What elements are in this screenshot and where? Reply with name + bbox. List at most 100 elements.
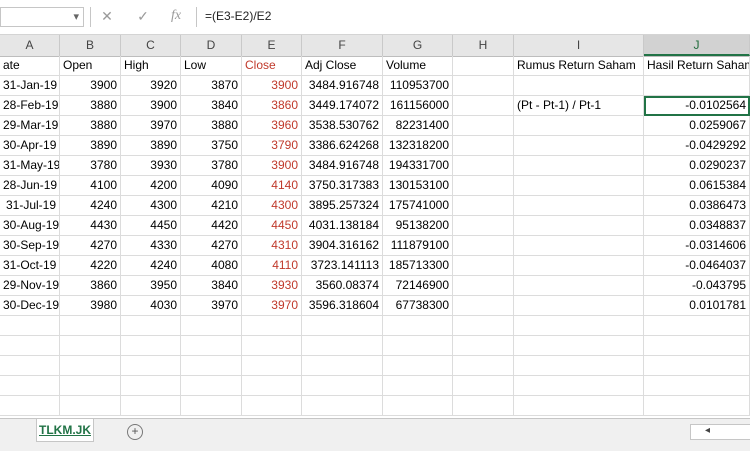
- cell-low[interactable]: 3870: [181, 76, 242, 96]
- cell-date[interactable]: 31-May-19: [0, 156, 60, 176]
- cell-close[interactable]: 4140: [242, 176, 302, 196]
- empty-cell[interactable]: [383, 396, 453, 416]
- cell-open[interactable]: 3900: [60, 76, 121, 96]
- cell-adj-close[interactable]: 3750.317383: [302, 176, 383, 196]
- column-header-e[interactable]: E: [242, 35, 302, 56]
- cell-h[interactable]: [453, 236, 514, 256]
- empty-cell[interactable]: [0, 356, 60, 376]
- cell-high[interactable]: 3970: [121, 116, 181, 136]
- enter-icon[interactable]: ✓: [133, 8, 153, 25]
- cell-high[interactable]: 3900: [121, 96, 181, 116]
- cell-return[interactable]: 0.0101781: [644, 296, 750, 316]
- cell-low[interactable]: 4270: [181, 236, 242, 256]
- empty-cell[interactable]: [242, 396, 302, 416]
- cell-open[interactable]: 4220: [60, 256, 121, 276]
- empty-cell[interactable]: [644, 396, 750, 416]
- empty-cell[interactable]: [383, 376, 453, 396]
- header-cell-date[interactable]: ate: [0, 56, 60, 76]
- chevron-down-icon[interactable]: ▾: [73, 10, 79, 23]
- cell-volume[interactable]: 110953700: [383, 76, 453, 96]
- cell-volume[interactable]: 175741000: [383, 196, 453, 216]
- column-header-j[interactable]: J: [644, 35, 750, 56]
- cell-close[interactable]: 3900: [242, 76, 302, 96]
- cell-adj-close[interactable]: 3386.624268: [302, 136, 383, 156]
- cell-h[interactable]: [453, 196, 514, 216]
- cell-adj-close[interactable]: 3484.916748: [302, 76, 383, 96]
- empty-cell[interactable]: [181, 396, 242, 416]
- header-cell-open[interactable]: Open: [60, 56, 121, 76]
- cell-close[interactable]: 4310: [242, 236, 302, 256]
- empty-cell[interactable]: [302, 356, 383, 376]
- cell-rumus[interactable]: [514, 216, 644, 236]
- cell-low[interactable]: 4420: [181, 216, 242, 236]
- cell-high[interactable]: 4200: [121, 176, 181, 196]
- cell-date[interactable]: 29-Mar-19: [0, 116, 60, 136]
- cell-return[interactable]: 0.0290237: [644, 156, 750, 176]
- empty-cell[interactable]: [383, 356, 453, 376]
- empty-cell[interactable]: [181, 316, 242, 336]
- header-cell-low[interactable]: Low: [181, 56, 242, 76]
- cell-volume[interactable]: 95138200: [383, 216, 453, 236]
- cell-return[interactable]: -0.0464037: [644, 256, 750, 276]
- cell-rumus[interactable]: [514, 176, 644, 196]
- empty-cell[interactable]: [0, 396, 60, 416]
- header-cell-close[interactable]: Close: [242, 56, 302, 76]
- cell-high[interactable]: 4300: [121, 196, 181, 216]
- empty-cell[interactable]: [121, 396, 181, 416]
- cell-return[interactable]: -0.0429292: [644, 136, 750, 156]
- empty-cell[interactable]: [60, 336, 121, 356]
- cell-close[interactable]: 4300: [242, 196, 302, 216]
- add-sheet-icon[interactable]: +: [127, 424, 143, 440]
- cell-return[interactable]: 0.0348837: [644, 216, 750, 236]
- cell-low[interactable]: 3840: [181, 276, 242, 296]
- empty-cell[interactable]: [121, 336, 181, 356]
- cell-volume[interactable]: 72146900: [383, 276, 453, 296]
- cell-return[interactable]: 0.0259067: [644, 116, 750, 136]
- empty-cell[interactable]: [644, 336, 750, 356]
- cell-date[interactable]: 28-Feb-19: [0, 96, 60, 116]
- column-header-c[interactable]: C: [121, 35, 181, 56]
- cell-high[interactable]: 3930: [121, 156, 181, 176]
- cell-date[interactable]: 31-Oct-19: [0, 256, 60, 276]
- empty-cell[interactable]: [0, 336, 60, 356]
- cell-volume[interactable]: 132318200: [383, 136, 453, 156]
- cell-close[interactable]: 3960: [242, 116, 302, 136]
- empty-cell[interactable]: [302, 376, 383, 396]
- cell-adj-close[interactable]: 3538.530762: [302, 116, 383, 136]
- cell-low[interactable]: 4210: [181, 196, 242, 216]
- cell-adj-close[interactable]: 3723.141113: [302, 256, 383, 276]
- cell-volume[interactable]: 194331700: [383, 156, 453, 176]
- empty-cell[interactable]: [60, 376, 121, 396]
- cell-low[interactable]: 3780: [181, 156, 242, 176]
- cell-h[interactable]: [453, 156, 514, 176]
- cell-volume[interactable]: 161156000: [383, 96, 453, 116]
- cell-rumus[interactable]: [514, 116, 644, 136]
- cell-high[interactable]: 3950: [121, 276, 181, 296]
- empty-cell[interactable]: [302, 316, 383, 336]
- cell-h[interactable]: [453, 76, 514, 96]
- column-header-g[interactable]: G: [383, 35, 453, 56]
- cell-close[interactable]: 3900: [242, 156, 302, 176]
- cell-return[interactable]: -0.043795: [644, 276, 750, 296]
- cell-close[interactable]: 4450: [242, 216, 302, 236]
- cell-adj-close[interactable]: 3596.318604: [302, 296, 383, 316]
- empty-cell[interactable]: [0, 316, 60, 336]
- formula-input[interactable]: =(E3-E2)/E2: [205, 9, 271, 23]
- header-cell-h[interactable]: [453, 56, 514, 76]
- cell-rumus[interactable]: [514, 196, 644, 216]
- empty-cell[interactable]: [383, 316, 453, 336]
- cell-rumus[interactable]: [514, 76, 644, 96]
- cell-low[interactable]: 3880: [181, 116, 242, 136]
- scroll-left-icon[interactable]: ◂: [705, 425, 710, 436]
- cell-rumus[interactable]: [514, 236, 644, 256]
- cell-open[interactable]: 3880: [60, 96, 121, 116]
- cell-volume[interactable]: 130153100: [383, 176, 453, 196]
- cell-adj-close[interactable]: 3449.174072: [302, 96, 383, 116]
- cell-rumus[interactable]: [514, 136, 644, 156]
- cell-close[interactable]: 3930: [242, 276, 302, 296]
- cell-low[interactable]: 4090: [181, 176, 242, 196]
- column-header-a[interactable]: A: [0, 35, 60, 56]
- cell-h[interactable]: [453, 96, 514, 116]
- empty-cell[interactable]: [121, 316, 181, 336]
- empty-cell[interactable]: [514, 376, 644, 396]
